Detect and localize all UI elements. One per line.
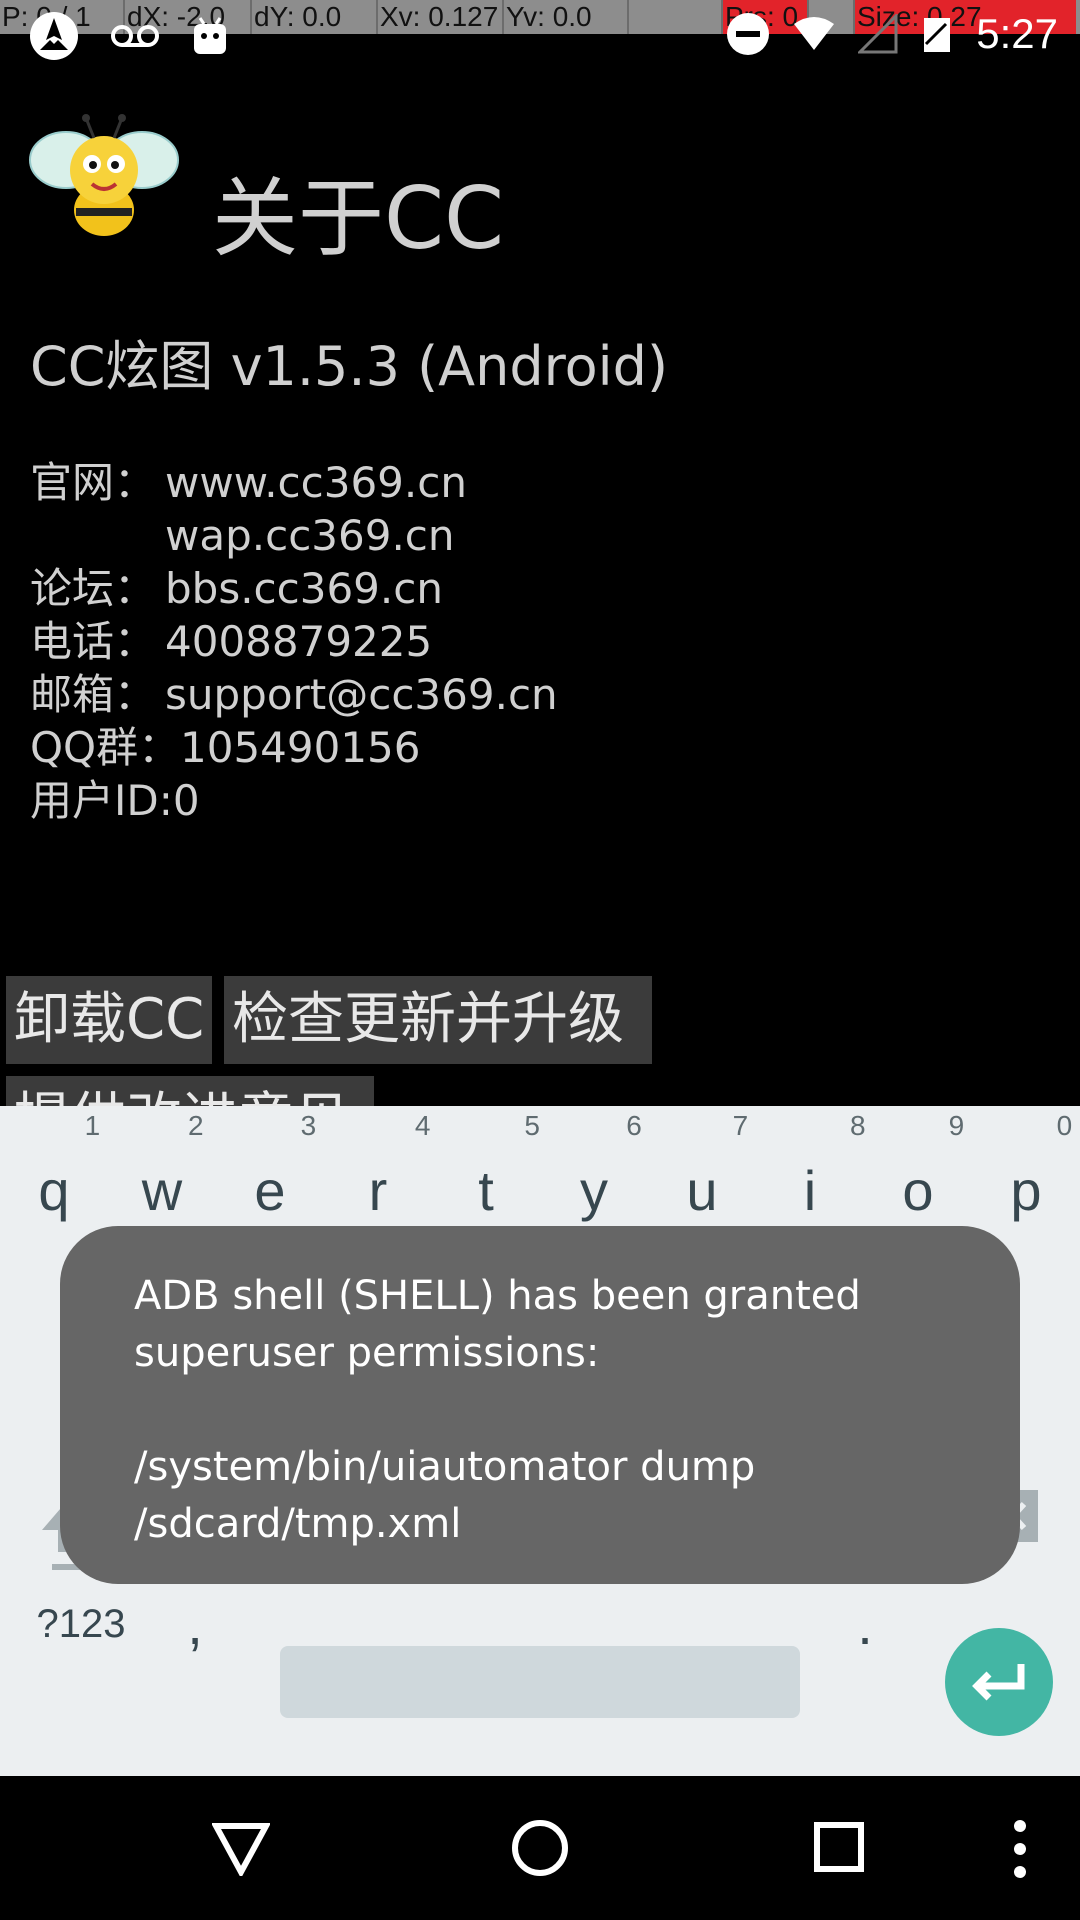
more-options-icon[interactable] <box>1010 1818 1030 1880</box>
check-update-button[interactable]: 检查更新并升级 <box>224 976 652 1064</box>
info-row-wap: wap.cc369.cn <box>30 509 558 562</box>
superuser-toast: ADB shell (SHELL) has been granted super… <box>60 1226 1020 1584</box>
info-row-phone: 电话： 4008879225 <box>30 615 558 668</box>
android-debug-icon <box>194 17 226 54</box>
info-label: 电话： <box>30 617 157 666</box>
cell-signal-icon <box>858 14 898 54</box>
do-not-disturb-icon <box>727 13 770 55</box>
battery-icon <box>924 18 951 52</box>
info-label: 邮箱： <box>30 670 157 719</box>
app-version: CC炫图 v1.5.3 (Android) <box>30 335 669 398</box>
app-notification-icon <box>30 12 78 60</box>
voicemail-icon <box>111 25 159 47</box>
key-p[interactable]: 0p <box>972 1110 1080 1223</box>
spacebar[interactable] <box>280 1646 800 1718</box>
info-value[interactable]: support@cc369.cn <box>165 668 558 721</box>
debug-dy: dY: 0.0 <box>252 0 378 34</box>
key-q[interactable]: 1q <box>0 1110 108 1223</box>
info-label: 官网： <box>30 458 157 507</box>
info-row-website: 官网： www.cc369.cn <box>30 456 558 509</box>
info-value[interactable]: bbs.cc369.cn <box>165 562 443 615</box>
info-row-forum: 论坛： bbs.cc369.cn <box>30 562 558 615</box>
home-icon[interactable] <box>511 1819 569 1877</box>
period-key[interactable]: . <box>830 1592 900 1657</box>
key-t[interactable]: 5t <box>432 1110 540 1223</box>
toast-message: ADB shell (SHELL) has been granted super… <box>134 1273 861 1376</box>
debug-xv: Xv: 0.127 <box>378 0 504 34</box>
key-y[interactable]: 6y <box>540 1110 648 1223</box>
enter-icon[interactable] <box>945 1628 1053 1736</box>
info-value[interactable]: 4008879225 <box>165 615 432 668</box>
info-label: 论坛： <box>30 564 157 613</box>
key-u[interactable]: 7u <box>648 1110 756 1223</box>
uninstall-button[interactable]: 卸载CC <box>6 976 212 1064</box>
comma-key[interactable]: , <box>160 1592 230 1657</box>
info-value[interactable]: www.cc369.cn <box>165 456 467 509</box>
status-bar-system: 5:27 <box>726 10 1058 58</box>
key-e[interactable]: 3e <box>216 1110 324 1223</box>
toast-command: /system/bin/uiautomator dump /sdcard/tmp… <box>134 1444 756 1547</box>
status-bar-notifications <box>28 10 230 62</box>
info-value[interactable]: wap.cc369.cn <box>165 509 455 562</box>
info-label: 用户ID:0 <box>30 776 200 825</box>
info-row-user-id: 用户ID:0 <box>30 774 558 827</box>
info-value: 105490156 <box>180 723 421 772</box>
info-label: QQ群： <box>30 723 181 772</box>
recents-icon[interactable] <box>813 1821 865 1873</box>
cc-bee-logo <box>29 114 179 236</box>
page-title: 关于CC <box>212 169 505 269</box>
debug-yv: Yv: 0.0 <box>504 0 629 34</box>
contact-info: 官网： www.cc369.cn wap.cc369.cn 论坛： bbs.cc36… <box>30 456 558 827</box>
symbols-key[interactable]: ?123 <box>26 1602 136 1647</box>
clock: 5:27 <box>976 10 1058 57</box>
key-i[interactable]: 8i <box>756 1110 866 1223</box>
info-row-email: 邮箱： support@cc369.cn <box>30 668 558 721</box>
key-w[interactable]: 2w <box>108 1110 216 1223</box>
info-row-qq: QQ群： 105490156 <box>30 721 558 774</box>
wifi-icon <box>794 17 835 50</box>
navigation-bar <box>0 1776 1080 1920</box>
info-label <box>30 509 165 562</box>
feedback-button[interactable]: 提供改进意见 <box>6 1076 374 1106</box>
key-r[interactable]: 4r <box>324 1110 432 1223</box>
key-o[interactable]: 9o <box>864 1110 972 1223</box>
back-icon[interactable] <box>212 1820 270 1876</box>
